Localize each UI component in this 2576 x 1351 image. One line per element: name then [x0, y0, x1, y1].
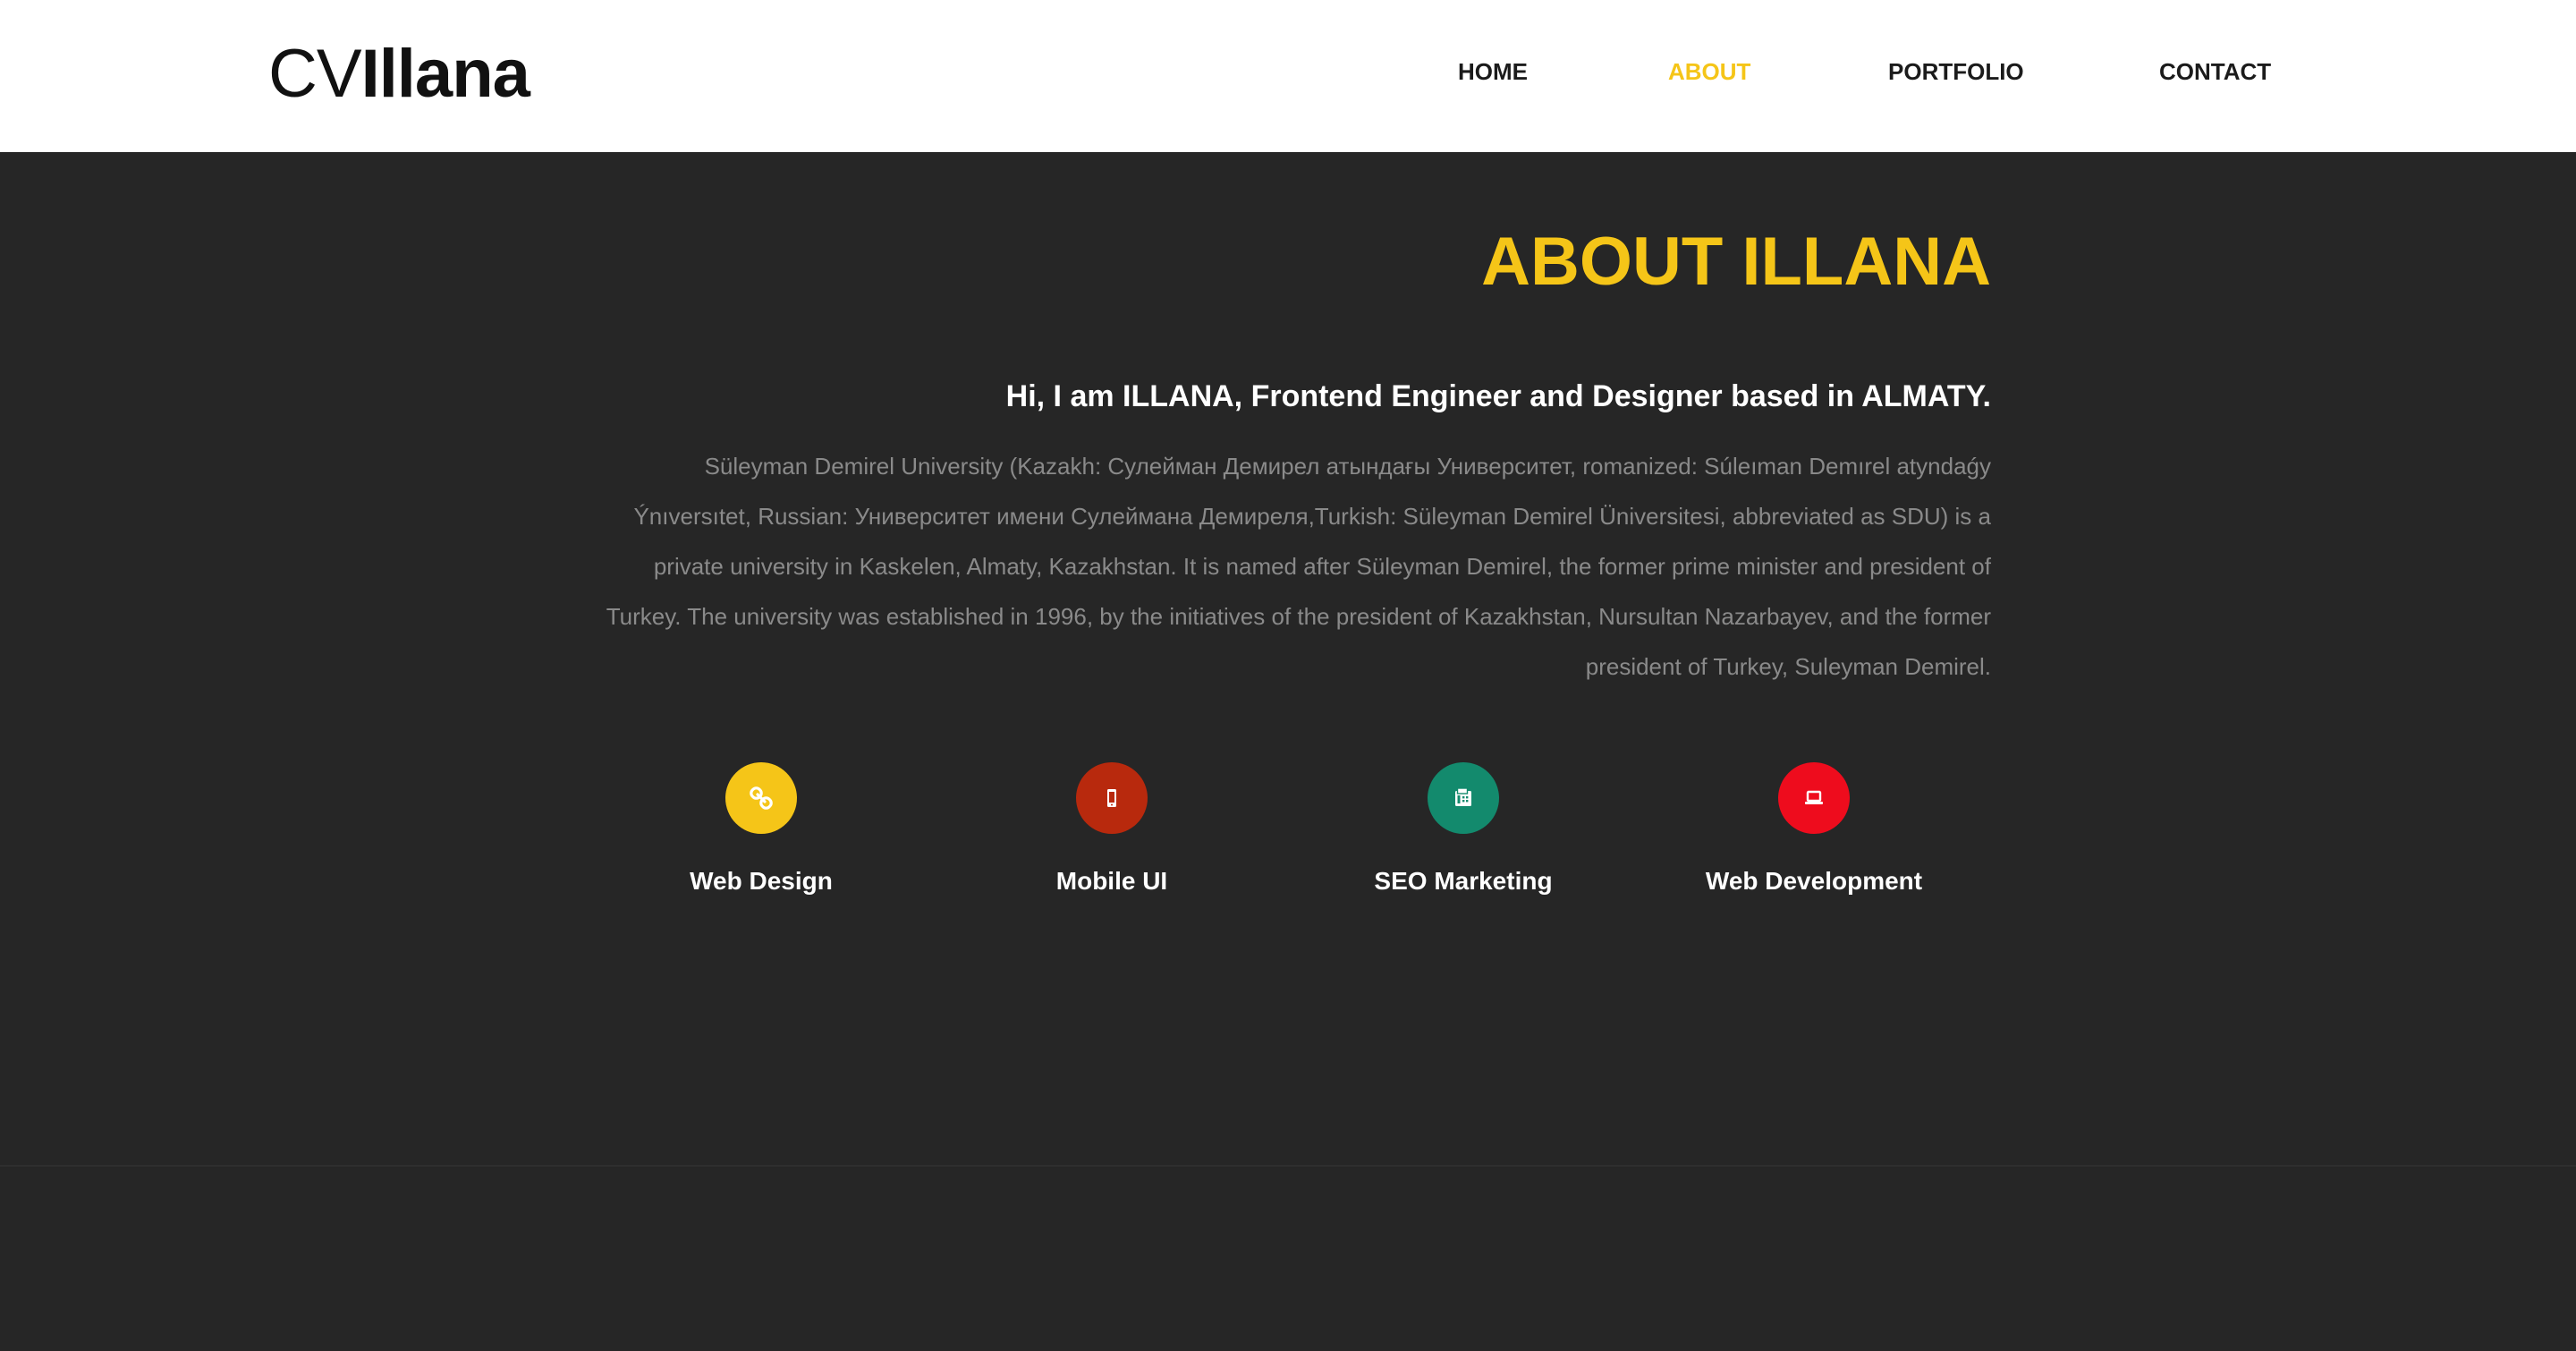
- fax-icon: [1428, 762, 1499, 834]
- section-divider: [0, 1165, 2576, 1167]
- nav-home-link[interactable]: HOME: [1458, 55, 1528, 88]
- mobile-icon: [1076, 762, 1148, 834]
- about-description: Süleyman Demirel University (Kazakh: Сул…: [606, 453, 1991, 680]
- service-label: Web Development: [1705, 867, 1923, 895]
- about-subtitle: Hi, I am ILLANA, Frontend Engineer and D…: [1005, 379, 1991, 413]
- service-seo-marketing: SEO Marketing: [1302, 760, 1624, 913]
- service-label: Mobile UI: [1055, 867, 1168, 895]
- nav-about-link[interactable]: ABOUT: [1668, 55, 1750, 88]
- about-title: ABOUT ILLANA: [1481, 224, 1991, 300]
- site-logo[interactable]: CVIllana: [268, 34, 530, 115]
- service-web-design: Web Design: [600, 760, 922, 913]
- service-web-development: Web Development: [1653, 760, 1975, 913]
- logo-name: Illana: [360, 36, 530, 112]
- logo-prefix: CV: [268, 36, 362, 112]
- laptop-icon: [1778, 762, 1850, 834]
- nav-portfolio-link[interactable]: PORTFOLIO: [1888, 55, 2024, 88]
- service-label: SEO Marketing: [1374, 867, 1553, 895]
- site-header: CVIllana HOME ABOUT PORTFOLIO CONTACT: [0, 0, 2576, 152]
- service-label: Web Design: [690, 867, 833, 895]
- link-icon: [725, 762, 797, 834]
- nav-contact-link[interactable]: CONTACT: [2159, 55, 2271, 88]
- service-mobile-ui: Mobile UI: [951, 760, 1273, 913]
